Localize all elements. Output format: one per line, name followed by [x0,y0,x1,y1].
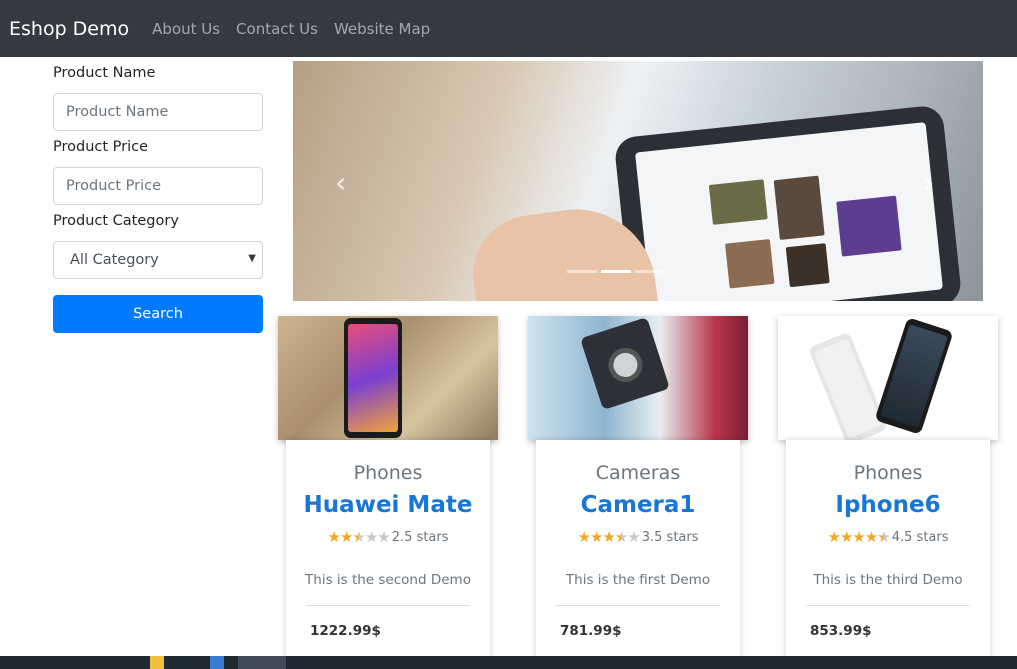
category-selected-value: All Category [70,252,159,268]
product-price-input[interactable] [53,167,263,205]
product-image-huawei[interactable] [278,316,498,440]
product-name-input[interactable] [53,93,263,131]
chevron-right-icon[interactable]: › [923,166,934,199]
product-rating: ★★★★★ 2.5 stars [286,528,490,546]
star-rating-icon: ★★★★★ [327,528,390,546]
product-title-link[interactable]: Iphone6 [786,492,990,518]
product-description: This is the first Demo [565,572,711,588]
product-rating: ★★★★★ 3.5 stars [536,528,740,546]
nav-link-website-map[interactable]: Website Map [334,20,430,38]
divider [556,605,720,606]
app-icon[interactable] [210,656,224,669]
product-category: Phones [353,462,423,484]
folder-icon[interactable] [150,656,164,669]
chevron-left-icon[interactable]: ‹ [335,166,346,199]
star-rating-icon: ★★★★★ [827,528,890,546]
rating-text: 2.5 stars [391,529,449,545]
rating-text: 3.5 stars [641,529,699,545]
divider [306,605,470,606]
product-title-link[interactable]: Huawei Mate [286,492,490,518]
product-category: Phones [853,462,923,484]
product-category-label: Product Category [53,213,179,229]
hero-carousel: ‹ › [293,61,983,301]
search-button[interactable]: Search [53,295,263,333]
carousel-indicator[interactable] [567,270,597,273]
nav-link-contact[interactable]: Contact Us [236,20,318,38]
product-rating: ★★★★★ 4.5 stars [786,528,990,546]
product-image-iphone[interactable] [778,316,998,440]
product-image-camera[interactable] [528,316,748,440]
rating-text: 4.5 stars [891,529,949,545]
navbar: Eshop Demo About Us Contact Us Website M… [0,0,1017,57]
nav-link-about[interactable]: About Us [152,20,220,38]
product-category-select[interactable]: All Category ▼ [53,241,263,279]
product-price-label: Product Price [53,139,149,155]
product-card: Phones Iphone6 ★★★★★ 4.5 stars This is t… [778,316,998,669]
product-card-body: Cameras Camera1 ★★★★★ 3.5 stars This is … [536,440,740,669]
carousel-image-tablet [613,104,963,301]
product-name-label: Product Name [53,65,156,81]
divider [806,605,970,606]
product-card: Cameras Camera1 ★★★★★ 3.5 stars This is … [528,316,748,669]
product-card: Phones Huawei Mate ★★★★★ 2.5 stars This … [278,316,498,669]
brand-logo[interactable]: Eshop Demo [9,18,129,40]
product-description: This is the third Demo [813,572,963,588]
product-price: 1222.99$ [310,623,381,639]
star-rating-icon: ★★★★★ [577,528,640,546]
carousel-indicator[interactable] [635,270,665,273]
product-category: Cameras [595,462,681,484]
carousel-indicator-active[interactable] [601,270,631,273]
product-price: 781.99$ [560,623,622,639]
product-title-link[interactable]: Camera1 [536,492,740,518]
caret-down-icon: ▼ [248,253,256,264]
browser-icon[interactable] [238,656,286,669]
os-taskbar [0,656,1017,669]
carousel-indicators [567,270,665,273]
product-description: This is the second Demo [305,572,471,588]
filter-form: Product Name Product Price Product Categ… [53,57,263,333]
product-price: 853.99$ [810,623,872,639]
product-card-body: Phones Huawei Mate ★★★★★ 2.5 stars This … [286,440,490,669]
product-card-body: Phones Iphone6 ★★★★★ 4.5 stars This is t… [786,440,990,669]
